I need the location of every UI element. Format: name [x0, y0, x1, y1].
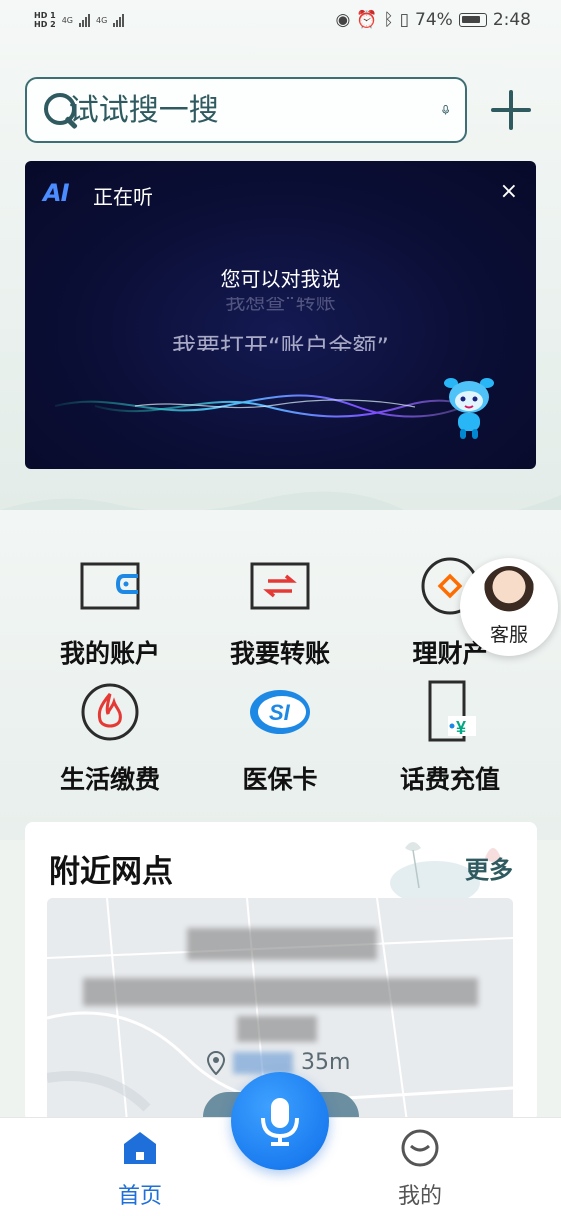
func-label: 医保卡 [242, 765, 318, 794]
signal-icon [113, 13, 125, 27]
eye-icon: ◉ [335, 10, 351, 30]
sim2-label: HD 2 [34, 20, 56, 29]
status-bar: HD 1 HD 2 4G 4G ◉ ⏰ ᛒ ▯ 74% 2:48 [0, 0, 561, 40]
mascot-icon [444, 378, 494, 439]
tab-mine[interactable]: 我的 [350, 1128, 490, 1210]
voice-wave [55, 394, 471, 418]
ai-voice-panel: AI 正在听 × 您可以对我说 我想查“转账 我要打开“账户余额” [25, 161, 536, 469]
social-security-icon: SI [250, 690, 310, 734]
customer-service-button[interactable]: 客服 [460, 558, 558, 656]
net1-label: 4G [61, 15, 73, 25]
tab-home[interactable]: 首页 [70, 1128, 210, 1210]
battery-percent: 74% [415, 10, 453, 30]
search-input[interactable] [68, 92, 442, 128]
signal-group: HD 1 HD 2 4G 4G [34, 11, 125, 29]
search-bar[interactable] [25, 77, 467, 143]
svg-text:SI: SI [269, 700, 291, 725]
location-pin-icon [207, 1050, 225, 1075]
home-icon [124, 1132, 156, 1164]
tab-mine-label: 我的 [397, 1184, 442, 1209]
sim1-label: HD 1 [34, 11, 56, 20]
blurred-outlet-name [187, 928, 377, 960]
search-icon [41, 90, 76, 130]
phone-recharge-icon: ¥ [428, 680, 476, 742]
vibrate-icon: ▯ [399, 10, 410, 30]
ai-suggestion-faded: 我想查“转账 [225, 297, 336, 313]
customer-service-label: 客服 [489, 624, 528, 646]
phone-recharge-button[interactable]: ¥ 话费充值 [365, 680, 535, 796]
func-label: 话费充值 [399, 765, 500, 794]
mic-icon [261, 1098, 299, 1146]
voice-assistant-button[interactable] [231, 1072, 329, 1170]
svg-text:¥: ¥ [456, 718, 466, 738]
more-link[interactable]: 更多 [465, 850, 513, 885]
avatar [483, 566, 535, 618]
plus-icon[interactable] [491, 90, 531, 130]
profile-icon [401, 1129, 439, 1167]
bluetooth-icon: ᛒ [383, 10, 394, 30]
mic-icon[interactable] [442, 89, 449, 131]
ai-status: 正在听 [93, 185, 153, 209]
func-label: 我的账户 [59, 639, 160, 668]
wallet-icon [80, 562, 140, 610]
ai-suggestion: 我要打开“账户余额” [172, 333, 389, 351]
blurred-outlet-extra [237, 1016, 317, 1042]
status-right: ◉ ⏰ ᛒ ▯ 74% 2:48 [335, 10, 531, 30]
blurred-distance [233, 1051, 293, 1074]
transfer-icon [250, 562, 310, 610]
my-account-button[interactable]: 我的账户 [25, 554, 195, 670]
net2-label: 4G [95, 15, 108, 25]
nearby-title: 附近网点 [49, 854, 173, 890]
func-label: 生活缴费 [59, 765, 160, 794]
life-payment-button[interactable]: 生活缴费 [25, 680, 195, 796]
blurred-outlet-address [83, 978, 478, 1006]
signal-icon [78, 13, 90, 27]
ai-logo: AI [43, 179, 69, 207]
transfer-button[interactable]: 我要转账 [195, 554, 365, 670]
fire-icon [81, 683, 139, 741]
func-label: 我要转账 [229, 639, 330, 668]
ai-hint: 您可以对我说 [220, 267, 341, 291]
battery-icon [458, 13, 487, 27]
close-icon[interactable]: × [500, 179, 518, 204]
tab-home-label: 首页 [117, 1184, 162, 1209]
medical-card-button[interactable]: SI 医保卡 [195, 680, 365, 796]
alarm-icon: ⏰ [356, 10, 378, 30]
clock: 2:48 [492, 10, 531, 30]
